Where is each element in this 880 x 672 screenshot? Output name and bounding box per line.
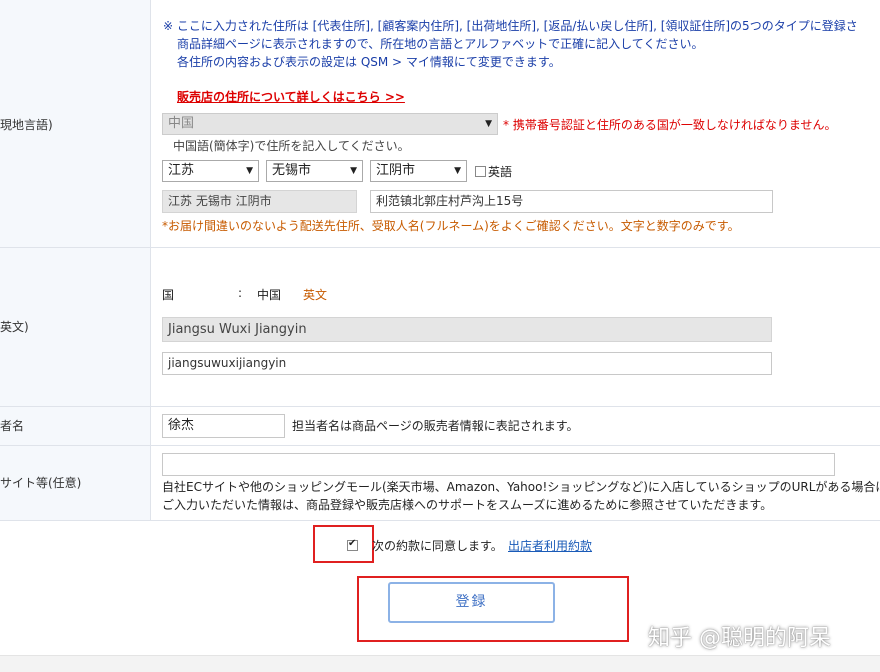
agree-text: 次の約款に同意します。 [372,539,503,553]
english-street-field[interactable]: jiangsuwuxijiangyin [162,352,772,375]
chevron-down-icon: ▼ [246,166,253,176]
city-select-value: 无锡市 [272,163,312,178]
address-warning: *お届け間違いのないよう配送先住所、受取人名(フルネーム)をよくご確認ください。… [162,219,740,233]
province-select[interactable]: 江苏 ▼ [162,160,259,182]
chevron-down-icon: ▼ [454,166,461,176]
label-column [0,0,151,521]
country-select[interactable]: 中国 ▼ [162,113,498,135]
contact-name-field[interactable]: 徐杰 [162,414,285,438]
highlight-box [313,525,374,563]
label-english: 英文) [0,320,29,334]
country-select-value: 中国 [168,116,195,131]
province-select-value: 江苏 [168,163,195,178]
label-local-language: 現地言語) [0,118,53,132]
agree-checkbox[interactable] [347,538,358,551]
local-address-hint: 中国語(簡体字)で住所を記入してください。 [173,139,410,153]
label-website: サイト等(任意) [0,476,82,490]
register-button[interactable]: 登録 [388,582,555,623]
terms-link[interactable]: 出店者利用約款 [508,537,592,554]
row-divider [0,520,880,521]
row-divider [0,406,880,407]
city-select[interactable]: 无锡市 ▼ [266,160,363,182]
row-divider [0,445,880,446]
english-country-colon: : [238,286,243,300]
chevron-down-icon: ▼ [350,166,357,176]
local-area-field[interactable]: 江苏 无锡市 江阴市 [162,190,357,213]
country-warning: * 携帯番号認証と住所のある国が一致しなければなりません。 [503,118,837,132]
contact-name-note: 担当者名は商品ページの販売者情報に表記されます。 [292,419,579,433]
chevron-down-icon: ▼ [485,119,492,129]
district-select[interactable]: 江阴市 ▼ [370,160,467,182]
address-notice-line3: 各住所の内容および表示の設定は QSM > マイ情報にて変更できます。 [177,55,561,69]
english-area-field[interactable]: Jiangsu Wuxi Jiangyin [162,317,772,342]
english-country-en: 英文 [303,288,328,302]
watermark: 知乎 @聪明的阿呆 [648,626,831,651]
english-country-label: 国 [162,288,175,302]
row-divider [0,247,880,248]
address-notice-line1: ※ ここに入力された住所は [代表住所], [顧客案内住所], [出荷地住所],… [163,19,858,33]
local-street-field[interactable]: 利范镇北郭庄村芦沟上15号 [370,190,773,213]
english-checkbox[interactable] [475,166,486,177]
address-notice-line2: 商品詳細ページに表示されますので、所在地の言語とアルファベットで正確に記入してく… [177,37,704,51]
website-note-1: 自社ECサイトや他のショッピングモール(楽天市場、Amazon、Yahoo!ショ… [162,480,880,494]
english-checkbox-label: 英語 [488,165,513,179]
district-select-value: 江阴市 [376,163,416,178]
website-note-2: ご入力いただいた情報は、商品登録や販売店様へのサポートをスムーズに進めるために参… [162,498,773,512]
label-contact-name: 者名 [0,419,25,433]
english-country-value: 中国 [257,288,282,302]
website-url-field[interactable] [162,453,835,476]
address-info-link[interactable]: 販売店の住所について詳しくはこちら >> [177,88,405,105]
footer-bar [0,655,880,672]
seller-form: 現地言語) 英文) 者名 サイト等(任意) [0,0,880,521]
